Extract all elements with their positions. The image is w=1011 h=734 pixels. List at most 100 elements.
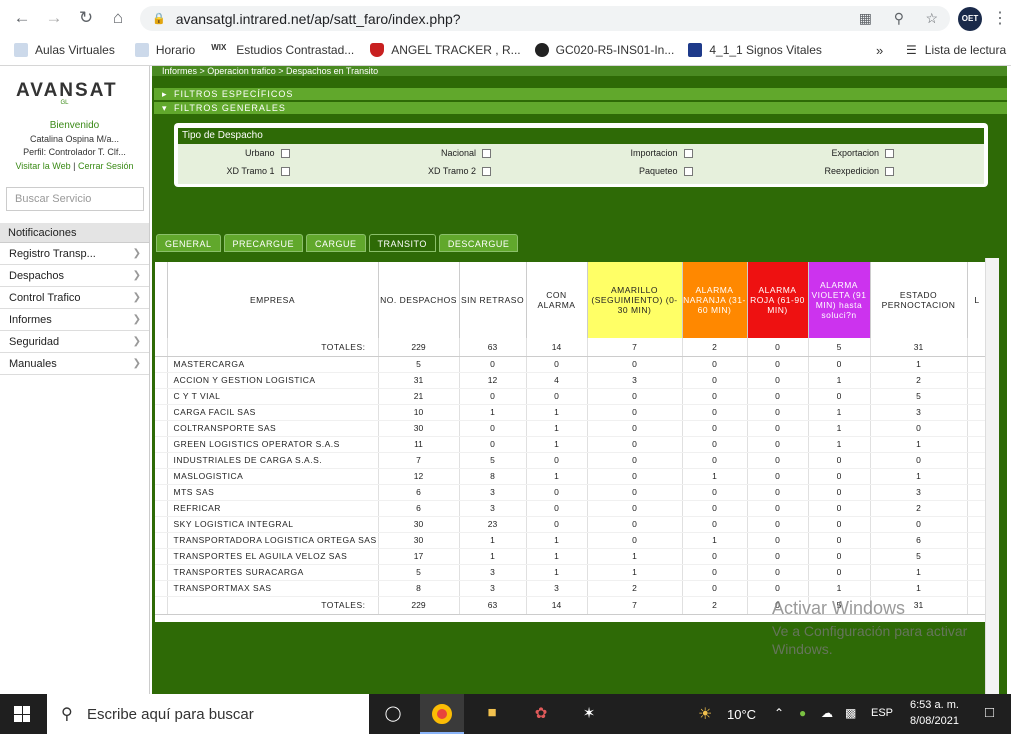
checkbox-urbano[interactable]: [280, 148, 290, 158]
checkbox-xd-tramo-2[interactable]: [482, 166, 491, 176]
sidebar-item-informes[interactable]: Informes ❯: [0, 309, 149, 331]
sidebar-item-despachos[interactable]: Despachos ❯: [0, 265, 149, 287]
apps-icon[interactable]: ▦: [859, 10, 872, 27]
address-bar[interactable]: 🔒 avansatgl.intrared.net/ap/satt_faro/in…: [140, 6, 950, 31]
globe-icon: [534, 43, 549, 57]
back-icon[interactable]: ←: [12, 9, 32, 27]
bookmark-item[interactable]: Horario: [134, 43, 195, 57]
table-row[interactable]: TRANSPORTES EL AGUILA VELOZ SAS 17 1 1 1 0 0 0 5: [155, 548, 988, 565]
clock-time[interactable]: 6:53 a. m.: [910, 699, 959, 711]
table-row[interactable]: REFRICAR 6 3 0 0 0 0 0 2: [155, 500, 988, 517]
vertical-scrollbar[interactable]: [985, 258, 999, 694]
sidebar-item-registro[interactable]: Registro Transp... ❯: [0, 243, 149, 265]
checkbox-exportacion[interactable]: [885, 148, 894, 158]
logout-link[interactable]: Cerrar Sesión: [78, 161, 134, 171]
table-row[interactable]: MASLOGISTICA 12 8 1 0 1 0 0 1: [155, 468, 988, 485]
extra-cell: [967, 404, 988, 421]
header-violeta: ALARMA VIOLETA (91 MIN) hasta soluci?n: [808, 262, 871, 338]
table-row[interactable]: GREEN LOGISTICS OPERATOR S.A.S 11 0 1 0 0 0 1 1: [155, 436, 988, 453]
value-cell: 30: [378, 532, 460, 549]
search-icon: ⚲: [61, 706, 73, 723]
table-row[interactable]: INDUSTRIALES DE CARGA S.A.S. 7 5 0 0 0 0 0 0: [155, 452, 988, 469]
task-view-icon[interactable]: ◯: [382, 704, 404, 724]
chevron-up-icon[interactable]: ⌃: [774, 706, 784, 720]
bookmark-item[interactable]: ANGEL TRACKER , R...: [370, 43, 521, 57]
notification-icon[interactable]: □: [985, 704, 994, 721]
cloud-icon[interactable]: ☁: [821, 706, 833, 720]
more-bookmarks-icon[interactable]: »: [876, 43, 883, 58]
bookmark-item[interactable]: Aulas Virtuales: [14, 43, 115, 57]
network-icon[interactable]: ▩: [845, 706, 856, 720]
filter-grid: Urbano Nacional Importacion Exportacion …: [178, 144, 984, 184]
value-cell: 0: [870, 420, 968, 437]
value-cell: 0: [682, 356, 748, 373]
filtros-generales-bar[interactable]: ▾ FILTROS GENERALES: [154, 102, 1007, 114]
windows-start-icon[interactable]: [14, 706, 30, 722]
value-cell: 0: [682, 500, 748, 517]
table-row[interactable]: ACCION Y GESTION LOGISTICA 31 12 4 3 0 0 1 2: [155, 372, 988, 389]
sidebar-item-control[interactable]: Control Trafico ❯: [0, 287, 149, 309]
filter-exportacion: Exportacion: [783, 144, 985, 162]
table-row[interactable]: TRANSPORTMAX SAS 8 3 3 2 0 0 1 1: [155, 580, 988, 597]
tab-descargue[interactable]: DESCARGUE: [438, 234, 519, 252]
value-cell: 5: [378, 564, 460, 581]
app-icon[interactable]: ✿: [530, 704, 552, 724]
antivirus-icon[interactable]: ●: [799, 706, 806, 720]
checkbox-nacional[interactable]: [482, 148, 491, 158]
home-icon[interactable]: ⌂: [108, 9, 128, 27]
table-row[interactable]: TRANSPORTES SURACARGA 5 3 1 1 0 0 0 1: [155, 564, 988, 581]
forward-icon[interactable]: →: [44, 9, 64, 27]
reload-icon[interactable]: ↻: [76, 9, 96, 27]
sidebar-item-manuales[interactable]: Manuales ❯: [0, 353, 149, 375]
table-row[interactable]: C Y T VIAL 21 0 0 0 0 0 0 5: [155, 388, 988, 405]
taskbar-search[interactable]: ⚲ Escribe aquí para buscar: [47, 694, 369, 734]
app-icon-2[interactable]: ✶: [578, 704, 600, 724]
empresa-cell: TRANSPORTES SURACARGA: [167, 564, 379, 581]
table-row[interactable]: COLTRANSPORTE SAS 30 0 1 0 0 0 1 0: [155, 420, 988, 437]
filtros-especificos-bar[interactable]: ▸ FILTROS ESPECÍFICOS: [154, 88, 1007, 100]
tab-cargue[interactable]: CARGUE: [306, 234, 366, 252]
value-cell: 0: [587, 436, 683, 453]
bookmarks-bar: Aulas Virtuales Horario WIX Estudios Cont…: [0, 38, 1011, 62]
checkbox-importacion[interactable]: [683, 148, 693, 158]
file-explorer-icon[interactable]: ■: [481, 704, 503, 724]
table-row[interactable]: MTS SAS 6 3 0 0 0 0 0 3: [155, 484, 988, 501]
bookmark-item[interactable]: WIX Estudios Contrastad...: [211, 43, 354, 57]
table-row[interactable]: TRANSPORTADORA LOGISTICA ORTEGA SAS 30 1 1 0…: [155, 532, 988, 549]
tab-transito[interactable]: TRANSITO: [368, 234, 436, 252]
table-row[interactable]: CARGA FACIL SAS 10 1 1 0 0 0 1 3: [155, 404, 988, 421]
checkbox-xd-tramo-1[interactable]: [280, 166, 290, 176]
value-cell: 0: [587, 532, 683, 549]
sidebar-item-seguridad[interactable]: Seguridad ❯: [0, 331, 149, 353]
checkbox-paqueteo[interactable]: [683, 166, 693, 176]
bookmark-item[interactable]: GC020-R5-INS01-In...: [534, 43, 674, 57]
user-name: Catalina Ospina M/a...: [29, 134, 120, 144]
extra-cell: [967, 484, 988, 501]
star-icon[interactable]: ☆: [925, 10, 938, 27]
zoom-icon[interactable]: ⚲: [894, 10, 904, 27]
header-naranja: ALARMA NARANJA (31-60 MIN): [682, 262, 748, 338]
chrome-icon[interactable]: [420, 694, 464, 734]
tab-general[interactable]: GENERAL: [156, 234, 221, 252]
checkbox-reexpedicion[interactable]: [885, 166, 894, 176]
menu-icon[interactable]: ⋮: [992, 8, 1008, 28]
notifications-header[interactable]: Notificaciones: [0, 223, 149, 243]
table-row[interactable]: SKY LOGISTICA INTEGRAL 30 23 0 0 0 0 0 0: [155, 516, 988, 533]
language-indicator[interactable]: ESP: [871, 707, 893, 719]
search-service-input[interactable]: Buscar Servicio: [6, 187, 144, 211]
tab-precargue[interactable]: PRECARGUE: [223, 234, 304, 252]
extra-cell: [967, 468, 988, 485]
visit-web-link[interactable]: Visitar la Web: [15, 161, 70, 171]
reading-list[interactable]: ☰ Lista de lectura: [906, 43, 1006, 57]
table-row[interactable]: MASTERCARGA 5 0 0 0 0 0 0 1: [155, 356, 988, 373]
clock-date[interactable]: 8/08/2021: [910, 715, 959, 727]
chevron-right-icon: ❯: [132, 292, 141, 303]
value-cell: 1: [870, 436, 968, 453]
value-cell: 0: [747, 388, 809, 405]
profile-avatar[interactable]: OET: [958, 7, 982, 31]
caret-right-icon: ▸: [162, 89, 168, 99]
empresa-cell: MTS SAS: [167, 484, 379, 501]
bookmark-item[interactable]: 4_1_1 Signos Vitales: [688, 43, 822, 57]
sidebar: AVANSAT GL Bienvenido Catalina Ospina M/…: [0, 66, 150, 694]
shield-icon: [370, 43, 385, 57]
